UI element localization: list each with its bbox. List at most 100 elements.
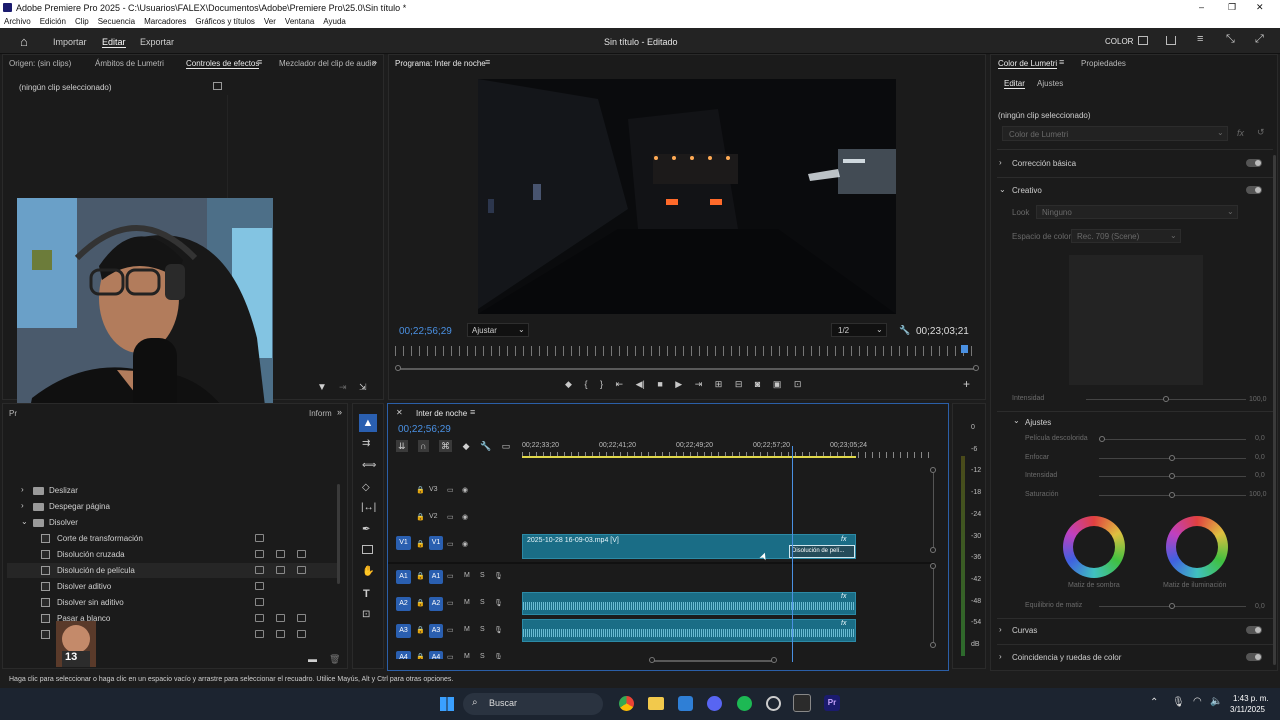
chevron-down-icon[interactable]: ⌄ [1013,416,1020,425]
windows-start-icon[interactable] [440,697,454,711]
color-workspace-label[interactable]: COLOR [1105,37,1133,46]
chevron-down-icon[interactable]: ⌄ [999,185,1006,194]
creative-toggle[interactable] [1246,186,1262,194]
overwrite-icon[interactable]: ⊟ [735,379,743,389]
program-ruler[interactable] [395,346,973,356]
expand-icon[interactable]: ⤢ [1255,33,1264,46]
chevron-right-icon[interactable]: › [999,158,1002,167]
panel-menu-icon[interactable]: ≡ [257,57,262,67]
color-match-toggle[interactable] [1246,653,1262,661]
intensity-value[interactable]: 100,0 [1249,396,1267,403]
v-scroll-bottom-video[interactable] [930,547,936,553]
effects-list-item[interactable]: Disolver aditivo [7,579,337,594]
sync-lock-icon[interactable]: ▭ [447,572,454,580]
program-scrollbar[interactable] [397,368,977,370]
lock-icon[interactable]: 🔒 [416,513,425,521]
new-folder-icon[interactable]: ▬ [308,654,317,664]
effects-list-item[interactable]: › Despegar página [7,499,337,514]
effects-list-item[interactable]: Disolución de película [7,563,337,578]
tab-lumetri-color[interactable]: Color de Lumetri [998,59,1058,69]
audio-clip[interactable]: fx [522,619,856,642]
spotify-icon[interactable] [737,696,752,711]
balance-value[interactable]: 0,0 [1255,603,1265,610]
panel-menu-icon[interactable]: ≡ [470,407,475,417]
adjust-row-value[interactable]: 100,0 [1249,491,1267,498]
eye-icon[interactable]: ◉ [462,486,468,494]
effects-list-item[interactable]: › Deslizar [7,483,337,498]
solo-button[interactable]: S [480,572,485,579]
tab-exportar[interactable]: Exportar [140,37,174,47]
premiere-taskbar-icon[interactable]: Pr [824,695,840,711]
track-target-label[interactable]: A2 [429,597,443,611]
linked-select-icon[interactable]: ⌘ [439,440,453,452]
source-patch-button[interactable]: A1 [396,570,411,584]
taskbar-search[interactable]: ⌕ Buscar [463,693,603,715]
timeline-ruler[interactable]: 00;22;33;20 00;22;41;20 00;22;49;20 00;22;5… [522,438,934,460]
basic-correction-toggle[interactable] [1246,159,1262,167]
sync-lock-icon[interactable]: ▭ [447,626,454,634]
source-patch-button[interactable]: V1 [396,536,411,550]
balance-knob[interactable] [1169,603,1175,609]
audio-clip[interactable]: fx [522,592,856,615]
captions-icon[interactable]: ▭ [502,441,511,451]
program-timecode-left[interactable]: 00;22;56;29 [399,326,452,337]
solo-button[interactable]: S [480,626,485,633]
adjust-row-knob[interactable] [1169,473,1175,479]
source-patch-button[interactable]: A4 [396,651,411,659]
look-dropdown[interactable]: Ninguno ⌄ [1036,205,1238,219]
obs-app-icon[interactable] [793,694,811,712]
effects-list-item[interactable]: Disolución cruzada [7,547,337,562]
export-icon[interactable]: ⇥ [339,382,347,393]
add-marker-icon[interactable]: ◆ [565,379,572,389]
track-target-label[interactable]: V3 [429,486,438,493]
section-creative[interactable]: Creativo [1012,186,1042,195]
tab-properties[interactable]: Propiedades [1081,59,1126,68]
add-button-icon[interactable]: + [963,377,970,391]
section-color-match[interactable]: Coincidencia y ruedas de color [1012,653,1121,662]
lock-icon[interactable]: 🔒 [416,599,425,607]
insert-icon[interactable]: ⊞ [715,379,723,389]
chevron-down-icon[interactable]: ⌄ [21,517,28,526]
multicam-icon[interactable]: ⊡ [794,379,802,389]
chevron-right-icon[interactable]: › [999,625,1002,634]
discord-icon[interactable] [707,696,722,711]
preset-dropdown[interactable]: Color de Lumetri ⌄ [1002,126,1228,141]
effects-list-item[interactable]: Disolver sin aditivo [7,595,337,610]
timeline-playhead[interactable] [791,446,793,662]
chevron-right-icon[interactable]: › [999,652,1002,661]
volume-icon[interactable]: 🔈 [1210,696,1222,707]
voiceover-mic-icon[interactable]: 🎙 [494,626,503,634]
nest-toggle-icon[interactable]: ⇊ [396,440,408,452]
wifi-icon[interactable]: ◠ [1193,696,1202,707]
sync-lock-icon[interactable]: ▭ [447,599,454,607]
delete-icon[interactable]: 🗑 [329,654,340,665]
shrink-icon[interactable]: ⤡ [1226,33,1235,46]
tab-lumetri-scopes[interactable]: Ámbitos de Lumetri [95,59,164,68]
store-icon[interactable] [678,696,693,711]
voiceover-mic-icon[interactable]: 🎙 [494,599,503,607]
settings-wrench-icon[interactable]: 🔧 [480,441,491,451]
resolution-dropdown[interactable]: 1/2 ⌄ [831,323,887,337]
browser-icon[interactable] [766,696,781,711]
panel-menu-icon[interactable]: ≡ [1059,57,1064,67]
timeline-h-scrollbar[interactable] [652,660,776,662]
panel-layout-icon[interactable] [1138,36,1148,45]
effects-list-item[interactable]: ⌄ Disolver [7,515,337,530]
selection-tool-icon[interactable]: ▲ [359,414,377,432]
close-tab-icon[interactable]: ✕ [396,408,403,417]
snap-icon[interactable]: ∩ [418,440,429,452]
sync-lock-icon[interactable]: ▭ [447,540,454,548]
pen-tool-icon[interactable]: ✒ [362,524,370,535]
minimize-button[interactable]: – [1199,2,1204,12]
voiceover-mic-icon[interactable]: 🎙 [494,653,503,659]
filter-icon[interactable]: ▼ [317,382,327,393]
track-target-label[interactable]: V2 [429,513,438,520]
menu-item[interactable]: Ventana [285,17,314,26]
menu-item[interactable]: Edición [40,17,66,26]
reset-icon[interactable]: ⇲ [359,382,367,393]
menu-item[interactable]: Archivo [4,17,31,26]
camera-icon[interactable]: ◙ [755,379,760,389]
menu-item[interactable]: Marcadores [144,17,186,26]
reset-icon[interactable]: ↺ [1257,127,1265,138]
menu-item[interactable]: Ayuda [323,17,346,26]
